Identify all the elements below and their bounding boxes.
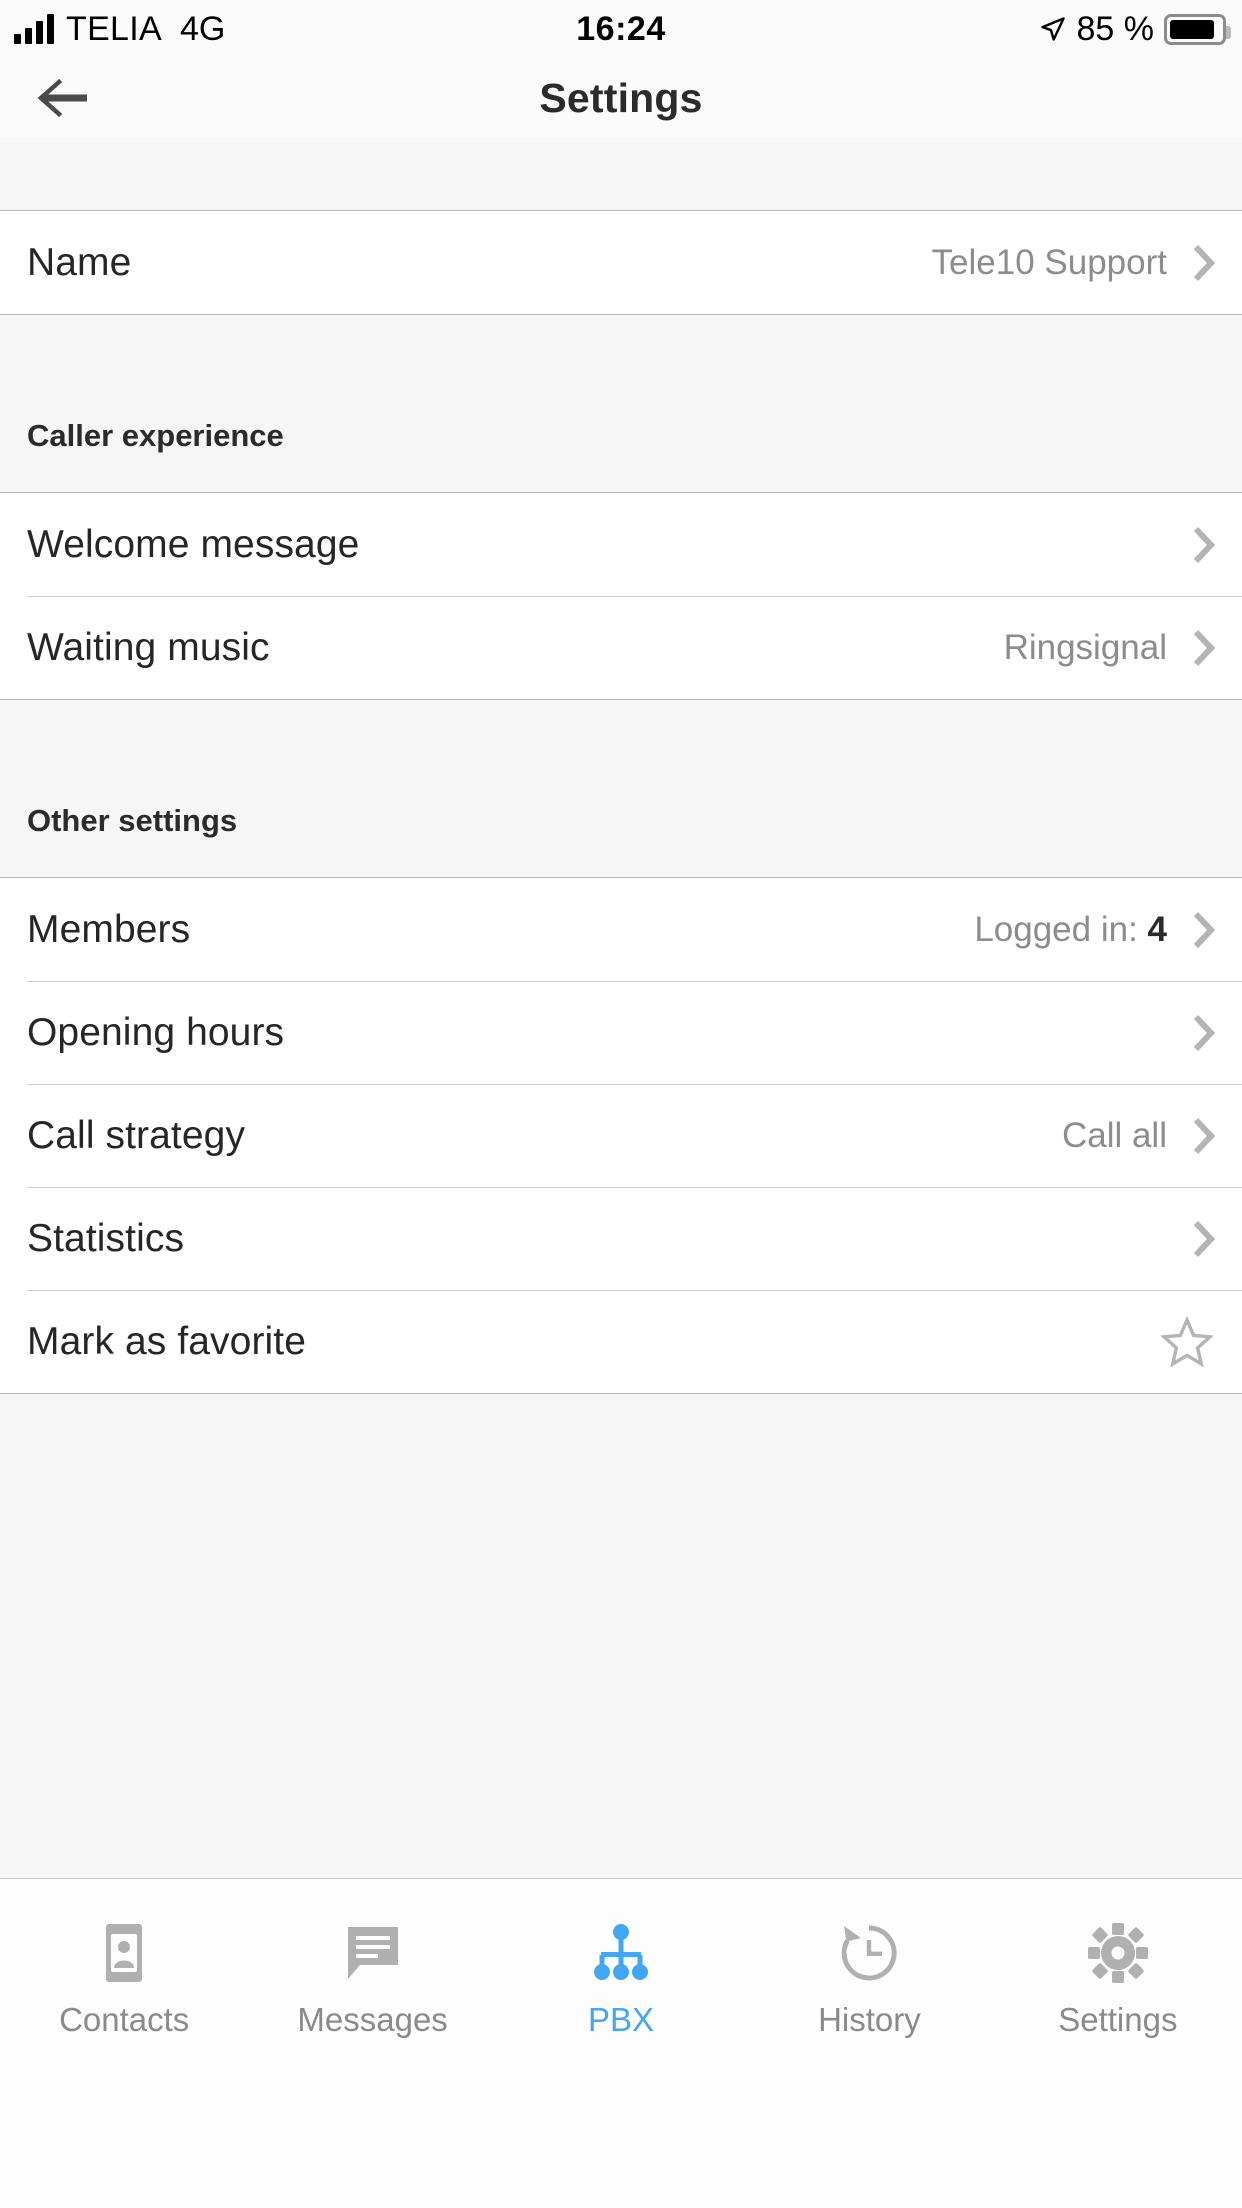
row-label: Welcome message xyxy=(27,522,360,566)
message-bubble-icon xyxy=(341,1921,405,1985)
row-label: Members xyxy=(27,907,191,951)
row-mark-as-favorite[interactable]: Mark as favorite xyxy=(0,1290,1242,1393)
row-statistics[interactable]: Statistics xyxy=(0,1187,1242,1290)
chevron-right-icon xyxy=(1193,1117,1215,1154)
settings-list[interactable]: Name Tele10 Support Caller experience We… xyxy=(0,138,1242,1878)
row-accessory-area xyxy=(1167,1014,1215,1052)
chevron-right-icon xyxy=(1193,911,1215,948)
contact-card-icon xyxy=(92,1921,156,1985)
row-accessory-area xyxy=(1167,526,1215,564)
arrow-left-icon xyxy=(37,78,87,118)
section-title: Caller experience xyxy=(27,418,284,453)
row-label: Name xyxy=(27,240,132,284)
chevron-right-icon xyxy=(1193,1220,1215,1257)
row-accessory-area xyxy=(1167,1220,1215,1258)
battery-full-icon xyxy=(1164,13,1231,45)
clock-label: 16:24 xyxy=(576,9,666,48)
tab-label: PBX xyxy=(587,2001,655,2038)
row-value: Call all xyxy=(1061,1115,1167,1155)
status-bar: TELIA 4G 16:24 85 % xyxy=(0,0,1242,58)
location-arrow-icon xyxy=(1040,17,1065,41)
row-label: Mark as favorite xyxy=(27,1319,307,1363)
phone-screen: TELIA 4G 16:24 85 % Settings Name Tele10… xyxy=(0,0,1242,2208)
row-accessory-area: Call all xyxy=(1062,1116,1215,1156)
chevron-right-icon xyxy=(1193,244,1215,281)
section-header-other-settings: Other settings xyxy=(0,700,1242,878)
list-top-spacer xyxy=(0,138,1242,211)
row-call-strategy[interactable]: Call strategy Call all xyxy=(0,1084,1242,1187)
status-bar-right: 85 % xyxy=(1039,0,1231,58)
tab-contacts[interactable]: Contacts xyxy=(0,1879,248,2208)
chevron-right-icon xyxy=(1193,1014,1215,1051)
row-value: Tele10 Support xyxy=(931,242,1167,282)
tab-label: History xyxy=(818,2001,921,2038)
section-title: Other settings xyxy=(27,803,238,838)
clock-history-icon xyxy=(837,1921,901,1985)
row-welcome-message[interactable]: Welcome message xyxy=(0,493,1242,596)
row-label: Statistics xyxy=(27,1216,185,1260)
pbx-hierarchy-icon xyxy=(589,1921,653,1985)
tab-settings[interactable]: Settings xyxy=(994,1879,1242,2208)
row-name[interactable]: Name Tele10 Support xyxy=(0,211,1242,314)
members-logged-in-count: 4 xyxy=(1147,909,1167,949)
tab-label: Contacts xyxy=(59,2001,190,2038)
row-waiting-music[interactable]: Waiting music Ringsignal xyxy=(0,596,1242,699)
list-bottom-spacer xyxy=(0,1394,1242,1814)
page-title: Settings xyxy=(539,74,703,121)
tab-history[interactable]: History xyxy=(745,1879,993,2208)
tab-label: Settings xyxy=(1058,2001,1178,2038)
row-accessory-area xyxy=(1135,1316,1215,1367)
group-caller-experience: Welcome message Waiting music Ringsignal xyxy=(0,493,1242,700)
row-label: Waiting music xyxy=(27,625,270,669)
members-logged-in-text: Logged in: xyxy=(974,909,1138,949)
row-opening-hours[interactable]: Opening hours xyxy=(0,981,1242,1084)
gear-icon xyxy=(1086,1921,1150,1985)
chevron-right-icon xyxy=(1193,526,1215,563)
star-outline-icon[interactable] xyxy=(1161,1316,1213,1367)
tab-messages[interactable]: Messages xyxy=(248,1879,496,2208)
chevron-right-icon xyxy=(1193,629,1215,666)
row-value: Ringsignal xyxy=(1003,627,1167,667)
row-value: Logged in: 4 xyxy=(974,910,1167,950)
group-name: Name Tele10 Support xyxy=(0,211,1242,315)
bottom-tab-bar: Contacts Messages PBX History Settings xyxy=(0,1878,1242,2208)
row-label: Call strategy xyxy=(27,1113,246,1157)
navigation-bar: Settings xyxy=(0,58,1242,138)
row-accessory-area: Tele10 Support xyxy=(932,243,1215,283)
tab-pbx[interactable]: PBX xyxy=(497,1879,745,2208)
section-header-caller-experience: Caller experience xyxy=(0,315,1242,493)
row-label: Opening hours xyxy=(27,1010,285,1054)
row-accessory-area: Ringsignal xyxy=(1004,628,1215,668)
row-accessory-area: Logged in: 4 xyxy=(974,910,1215,950)
battery-percent-label: 85 % xyxy=(1076,9,1155,48)
group-other-settings: Members Logged in: 4 Opening hours Call … xyxy=(0,878,1242,1394)
back-button[interactable] xyxy=(18,58,108,138)
row-members[interactable]: Members Logged in: 4 xyxy=(0,878,1242,981)
tab-label: Messages xyxy=(297,2001,448,2038)
